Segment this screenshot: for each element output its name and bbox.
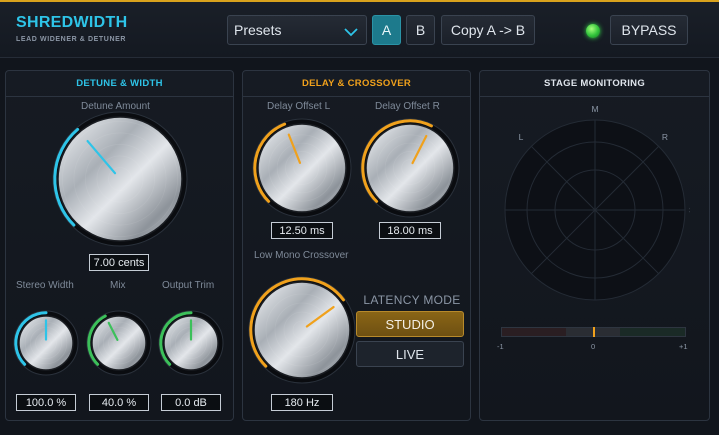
detune-panel-title: DETUNE & WIDTH	[6, 71, 233, 97]
latency-mode-title: LATENCY MODE	[363, 293, 461, 307]
copy-a-to-b-button[interactable]: Copy A -> B	[441, 15, 535, 45]
stereo-width-value[interactable]: 100.0 %	[16, 394, 76, 411]
header-bar: SHREDWIDTH LEAD WIDENER & DETUNER Preset…	[0, 2, 719, 58]
low-mono-label: Low Mono Crossover	[254, 250, 349, 261]
correlation-meter	[501, 327, 686, 337]
delay-l-knob[interactable]	[251, 117, 353, 219]
correlation-mid-label: 0	[591, 342, 596, 351]
brand: SHREDWIDTH LEAD WIDENER & DETUNER	[16, 14, 127, 43]
scope-label-r: R	[662, 132, 668, 142]
stereo-width-label: Stereo Width	[16, 280, 74, 291]
correlation-indicator	[593, 327, 595, 337]
stereo-scope: M L R S S	[504, 104, 690, 301]
scope-label-m: M	[591, 104, 598, 114]
monitor-panel-title: STAGE MONITORING	[480, 71, 709, 97]
bypass-led-icon	[586, 24, 600, 38]
mix-value[interactable]: 40.0 %	[89, 394, 149, 411]
delay-panel-title: DELAY & CROSSOVER	[243, 71, 470, 97]
latency-studio-button[interactable]: STUDIO	[356, 311, 464, 337]
preset-b-button[interactable]: B	[406, 15, 435, 45]
correlation-max-label: +1	[679, 342, 688, 351]
output-trim-value[interactable]: 0.0 dB	[161, 394, 221, 411]
low-mono-knob[interactable]	[247, 275, 357, 385]
plugin-subtitle: LEAD WIDENER & DETUNER	[16, 36, 127, 43]
bypass-button[interactable]: BYPASS	[610, 15, 688, 45]
low-mono-value[interactable]: 180 Hz	[271, 394, 333, 411]
output-trim-knob[interactable]	[157, 309, 225, 377]
preset-a-button[interactable]: A	[372, 15, 401, 45]
scope-label-l: L	[519, 132, 524, 142]
delay-r-knob[interactable]	[359, 117, 461, 219]
presets-label: Presets	[234, 22, 282, 38]
presets-dropdown[interactable]: Presets	[227, 15, 367, 45]
correlation-min-label: -1	[497, 342, 504, 351]
detune-amount-knob[interactable]	[51, 110, 189, 248]
stereo-width-knob[interactable]	[12, 309, 80, 377]
latency-live-button[interactable]: LIVE	[356, 341, 464, 367]
delay-l-value[interactable]: 12.50 ms	[271, 222, 333, 239]
mix-knob[interactable]	[85, 309, 153, 377]
plugin-title: SHREDWIDTH	[16, 14, 128, 31]
delay-l-label: Delay Offset L	[267, 101, 331, 112]
delay-r-label: Delay Offset R	[375, 101, 440, 112]
delay-r-value[interactable]: 18.00 ms	[379, 222, 441, 239]
output-trim-label: Output Trim	[162, 280, 215, 291]
mix-label: Mix	[110, 280, 126, 291]
scope-label-s-right: S	[689, 205, 690, 215]
detune-amount-value[interactable]: 7.00 cents	[89, 254, 149, 271]
chevron-down-icon	[344, 24, 358, 40]
